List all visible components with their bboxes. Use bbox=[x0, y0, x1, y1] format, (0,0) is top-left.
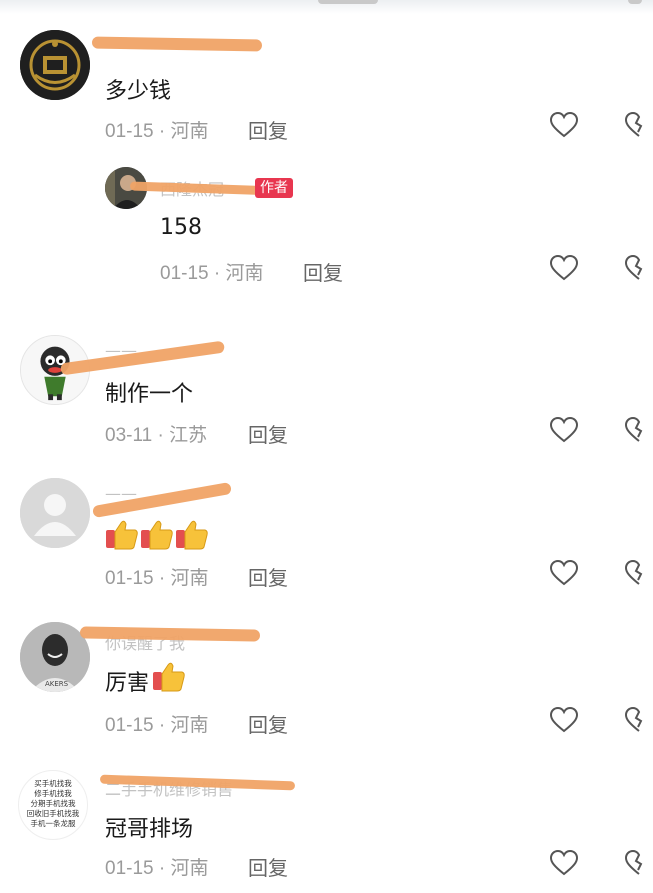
reply-button[interactable]: 回复 bbox=[248, 709, 288, 738]
default-avatar bbox=[20, 478, 90, 548]
comment-meta: 01-15 · 河南 bbox=[105, 715, 209, 736]
name-redaction bbox=[91, 36, 263, 52]
avatar-line: 买手机找我 bbox=[34, 779, 72, 788]
heart-icon[interactable] bbox=[549, 849, 579, 880]
avatar[interactable] bbox=[20, 478, 90, 548]
broken-heart-icon[interactable] bbox=[624, 559, 653, 590]
avatar[interactable]: 买手机找我 修手机找我 分期手机找我 回收旧手机找我 手机一条龙服 bbox=[18, 770, 88, 840]
avatar-line: 手机一条龙服 bbox=[30, 819, 76, 828]
reply-button[interactable]: 回复 bbox=[248, 852, 288, 881]
author-badge: 作者 bbox=[255, 178, 293, 198]
comment-meta: 01-15 · 河南 bbox=[105, 568, 209, 589]
avatar[interactable] bbox=[20, 30, 90, 100]
comment-text: 158 bbox=[160, 215, 202, 240]
reply-button[interactable]: 回复 bbox=[248, 419, 288, 448]
top-edge bbox=[0, 0, 653, 14]
emoji-row bbox=[152, 660, 188, 698]
avatar-line: 分期手机找我 bbox=[30, 799, 76, 808]
heart-icon[interactable] bbox=[549, 111, 579, 142]
avatar-line: 修手机找我 bbox=[34, 789, 72, 798]
comment-text: 多少钱 bbox=[105, 79, 172, 104]
broken-heart-icon[interactable] bbox=[624, 416, 653, 447]
svg-text:AKERS: AKERS bbox=[45, 680, 69, 688]
comment-text: 冠哥排场 bbox=[105, 817, 194, 842]
reply-button[interactable]: 回复 bbox=[248, 562, 288, 591]
comment-text: 厉害 bbox=[105, 671, 150, 696]
thumbs-up-icon bbox=[153, 662, 185, 692]
comment-meta: 03-11 · 江苏 bbox=[105, 425, 208, 446]
heart-icon[interactable] bbox=[549, 254, 579, 285]
broken-heart-icon[interactable] bbox=[624, 111, 653, 142]
emoji-row bbox=[105, 518, 210, 556]
reply-button[interactable]: 回复 bbox=[248, 115, 288, 144]
comment-meta: 01-15 · 河南 bbox=[105, 121, 209, 142]
heart-icon[interactable] bbox=[549, 706, 579, 737]
comment-meta: 01-15 · 河南 bbox=[160, 263, 264, 284]
avatar-line: 回收旧手机找我 bbox=[26, 809, 80, 818]
broken-heart-icon[interactable] bbox=[624, 706, 653, 737]
text-avatar: 买手机找我 修手机找我 分期手机找我 回收旧手机找我 手机一条龙服 bbox=[19, 771, 87, 829]
reply-button[interactable]: 回复 bbox=[303, 257, 343, 286]
comment-meta: 01-15 · 河南 bbox=[105, 858, 209, 879]
thumbs-up-icon bbox=[176, 520, 208, 550]
comment-text: 制作一个 bbox=[105, 382, 194, 407]
broken-heart-icon[interactable] bbox=[624, 254, 653, 285]
broken-heart-icon[interactable] bbox=[624, 849, 653, 880]
thumbs-up-icon bbox=[141, 520, 173, 550]
gold-emblem-avatar bbox=[20, 30, 90, 100]
thumbs-up-icon bbox=[106, 520, 138, 550]
heart-icon[interactable] bbox=[549, 559, 579, 590]
heart-icon[interactable] bbox=[549, 416, 579, 447]
